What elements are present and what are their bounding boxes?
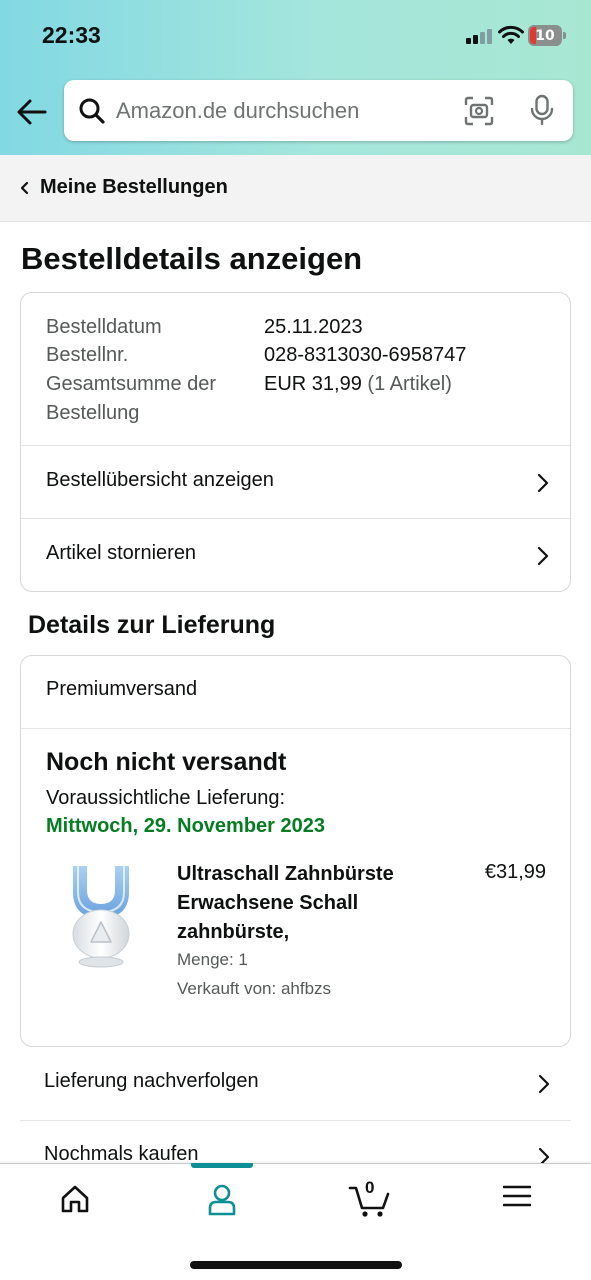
eta-label: Voraussichtliche Lieferung: xyxy=(46,787,286,809)
home-icon xyxy=(61,1185,89,1213)
delivery-card: Premiumversand Noch nicht versandt Vorau… xyxy=(20,655,571,1047)
menu-icon xyxy=(503,1185,531,1207)
product-quantity: Menge: 1 xyxy=(177,950,248,969)
status-time: 22:33 xyxy=(42,22,101,48)
product-seller: Verkauft von: ahfbzs xyxy=(177,979,332,998)
order-number-label: Bestellnr. xyxy=(46,344,129,366)
order-summary-card: Bestelldatum 25.11.2023 Bestellnr. 028-8… xyxy=(20,292,571,592)
cellular-signal-icon xyxy=(466,29,492,44)
order-number-value: 028-8313030-6958747 xyxy=(264,344,467,366)
toothbrush-product-image[interactable] xyxy=(65,864,137,968)
microphone-icon[interactable] xyxy=(530,94,554,126)
chevron-right-icon xyxy=(538,1074,550,1094)
order-total-row: Gesamtsumme der Bestellung EUR 31,99 (1 … xyxy=(46,370,452,428)
battery-icon: 10 xyxy=(528,25,566,46)
account-icon xyxy=(208,1184,236,1216)
cart-count-badge: 0 xyxy=(365,1178,375,1197)
chevron-left-icon xyxy=(20,181,29,195)
cancel-items-link[interactable]: Artikel stornieren xyxy=(21,519,570,591)
track-delivery-row[interactable]: Lieferung nachverfolgen xyxy=(20,1048,571,1121)
page-title: Bestelldetails anzeigen xyxy=(21,241,363,276)
battery-level: 10 xyxy=(535,27,555,44)
chevron-right-icon xyxy=(537,473,549,493)
order-date-value: 25.11.2023 xyxy=(264,316,363,338)
wifi-icon xyxy=(498,25,524,44)
app-header: 22:33 10 xyxy=(0,0,591,155)
search-input[interactable] xyxy=(116,80,456,141)
shipment-status: Noch nicht versandt xyxy=(46,748,287,776)
order-date-row: Bestelldatum 25.11.2023 xyxy=(46,313,363,342)
view-order-summary-label[interactable]: Bestellübersicht anzeigen xyxy=(46,469,274,492)
breadcrumb[interactable]: Meine Bestellungen xyxy=(0,155,591,222)
shipping-method: Premiumversand xyxy=(21,656,570,729)
cancel-items-label[interactable]: Artikel stornieren xyxy=(46,542,196,565)
order-date-label: Bestelldatum xyxy=(46,316,162,338)
back-arrow-icon[interactable] xyxy=(16,96,48,128)
breadcrumb-label[interactable]: Meine Bestellungen xyxy=(40,176,228,199)
chevron-right-icon xyxy=(537,546,549,566)
product-price: €31,99 xyxy=(484,861,546,883)
nav-home[interactable] xyxy=(0,1164,148,1234)
order-total-value: EUR 31,99 (1 Artikel) xyxy=(264,373,452,395)
product-title[interactable]: Ultraschall Zahnbürste Erwachsene Schall… xyxy=(177,860,437,947)
nav-cart[interactable] xyxy=(296,1164,444,1234)
home-indicator xyxy=(190,1261,402,1269)
order-total-label: Gesamtsumme der Bestellung xyxy=(46,373,217,424)
order-summary: Bestelldatum 25.11.2023 Bestellnr. 028-8… xyxy=(21,293,570,446)
eta-date: Mittwoch, 29. November 2023 xyxy=(46,815,325,837)
nav-menu[interactable] xyxy=(444,1164,591,1234)
delivery-section-title: Details zur Lieferung xyxy=(28,611,276,639)
bottom-navigation: 0 xyxy=(0,1163,591,1280)
order-number-row: Bestellnr. 028-8313030-6958747 xyxy=(46,341,466,370)
view-order-summary-link[interactable]: Bestellübersicht anzeigen xyxy=(21,446,570,519)
nav-account[interactable] xyxy=(148,1164,296,1234)
camera-search-icon[interactable] xyxy=(464,96,494,126)
order-item-count: (1 Artikel) xyxy=(367,373,452,395)
search-icon xyxy=(79,98,105,124)
shipping-method-label: Premiumversand xyxy=(46,678,198,700)
track-delivery-label[interactable]: Lieferung nachverfolgen xyxy=(44,1070,259,1093)
search-bar[interactable] xyxy=(64,80,573,141)
